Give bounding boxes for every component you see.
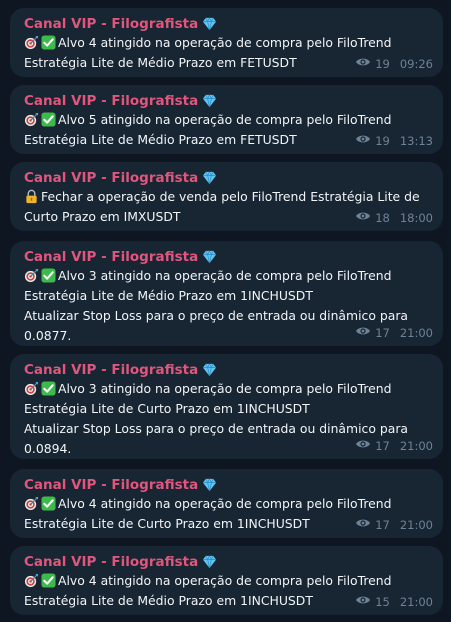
sender-name-text: Canal VIP - Filografista <box>24 93 199 109</box>
eye-icon <box>355 133 371 148</box>
message-text-line: Alvo 5 atingido na operação de compra pe… <box>24 110 431 130</box>
view-count: 19 <box>375 56 390 71</box>
check-icon <box>41 268 58 283</box>
target-icon <box>24 573 41 588</box>
message-text-line: Fechar a operação de venda pelo FiloTren… <box>24 187 431 207</box>
message-text: Estratégia Lite de Curto Prazo em 1INCHU… <box>24 401 310 416</box>
check-icon <box>41 573 58 588</box>
target-icon <box>24 268 41 283</box>
message-text: Alvo 4 atingido na operação de compra pe… <box>58 573 392 588</box>
sender-name[interactable]: Canal VIP - Filografista <box>24 92 431 110</box>
message-time: 21:00 <box>399 517 433 532</box>
message-text: Alvo 3 atingido na operação de compra pe… <box>58 268 392 283</box>
message-time: 09:26 <box>399 56 433 71</box>
sender-name[interactable]: Canal VIP - Filografista <box>24 553 431 571</box>
message-bubble[interactable]: Canal VIP - Filografista Alvo 4 atingido … <box>10 546 443 615</box>
message-text: Estratégia Lite de Curto Prazo em 1INCHU… <box>24 516 310 531</box>
message-bubble[interactable]: Canal VIP - Filografista Alvo 4 atingido … <box>10 469 443 538</box>
message-text: Atualizar Stop Loss para o preço de entr… <box>24 421 409 436</box>
sender-name-text: Canal VIP - Filografista <box>24 362 199 378</box>
message-text: Estratégia Lite de Médio Prazo em FETUSD… <box>24 132 297 147</box>
check-icon <box>41 112 58 127</box>
message-meta: 19 09:26 <box>355 56 433 71</box>
message-bubble[interactable]: Canal VIP - Filografista Alvo 3 atingido … <box>10 241 443 346</box>
message-bubble[interactable]: Canal VIP - Filografista Alvo 3 atingido … <box>10 354 443 459</box>
diamond-icon <box>202 93 219 109</box>
message-text-line: Alvo 3 atingido na operação de compra pe… <box>24 266 431 286</box>
message-meta: 18 18:00 <box>355 210 433 225</box>
message-text: Alvo 5 atingido na operação de compra pe… <box>58 112 392 127</box>
message-text: Estratégia Lite de Médio Prazo em FETUSD… <box>24 55 297 70</box>
diamond-icon <box>202 16 219 32</box>
message-text: Atualizar Stop Loss para o preço de entr… <box>24 308 409 323</box>
message-meta: 15 21:00 <box>355 594 433 609</box>
message-meta: 19 13:13 <box>355 133 433 148</box>
message-text-line: Alvo 3 atingido na operação de compra pe… <box>24 379 431 399</box>
message-text: Curto Prazo em IMXUSDT <box>24 209 181 224</box>
target-icon <box>24 112 41 127</box>
message-time: 13:13 <box>399 133 433 148</box>
message-text-line: Atualizar Stop Loss para o preço de entr… <box>24 419 431 439</box>
message-bubble[interactable]: Canal VIP - Filografista Alvo 5 atingido … <box>10 85 443 154</box>
eye-icon <box>355 517 371 532</box>
message-text-line: Estratégia Lite de Médio Prazo em 1INCHU… <box>24 286 431 306</box>
message-text-line: Estratégia Lite de Curto Prazo em 1INCHU… <box>24 399 431 419</box>
message-text-line: Atualizar Stop Loss para o preço de entr… <box>24 306 431 326</box>
message-meta: 17 21:00 <box>355 325 433 340</box>
message-time: 18:00 <box>399 210 433 225</box>
diamond-icon <box>202 554 219 570</box>
message-text: Alvo 3 atingido na operação de compra pe… <box>58 381 392 396</box>
eye-icon <box>355 56 371 71</box>
message-text: 0.0894. <box>24 441 72 456</box>
sender-name-text: Canal VIP - Filografista <box>24 16 199 32</box>
message-text: Fechar a operação de venda pelo FiloTren… <box>41 189 420 204</box>
sender-name-text: Canal VIP - Filografista <box>24 170 199 186</box>
eye-icon <box>355 325 371 340</box>
message-bubble[interactable]: Canal VIP - Filografista Fechar a operaçã… <box>10 162 443 231</box>
eye-icon <box>355 594 371 609</box>
sender-name[interactable]: Canal VIP - Filografista <box>24 169 431 187</box>
target-icon <box>24 496 41 511</box>
sender-name[interactable]: Canal VIP - Filografista <box>24 476 431 494</box>
check-icon <box>41 35 58 50</box>
message-time: 21:00 <box>399 325 433 340</box>
check-icon <box>41 496 58 511</box>
view-count: 18 <box>375 210 390 225</box>
message-text-line: Alvo 4 atingido na operação de compra pe… <box>24 33 431 53</box>
sender-name-text: Canal VIP - Filografista <box>24 249 199 265</box>
diamond-icon <box>202 249 219 265</box>
message-time: 21:00 <box>399 438 433 453</box>
message-time: 21:00 <box>399 594 433 609</box>
diamond-icon <box>202 170 219 186</box>
diamond-icon <box>202 477 219 493</box>
eye-icon <box>355 438 371 453</box>
diamond-icon <box>202 362 219 378</box>
eye-icon <box>355 210 371 225</box>
message-text: Alvo 4 atingido na operação de compra pe… <box>58 496 392 511</box>
target-icon <box>24 35 41 50</box>
message-text: Alvo 4 atingido na operação de compra pe… <box>58 35 392 50</box>
message-text: Estratégia Lite de Médio Prazo em 1INCHU… <box>24 593 313 608</box>
sender-name[interactable]: Canal VIP - Filografista <box>24 361 431 379</box>
sender-name[interactable]: Canal VIP - Filografista <box>24 15 431 33</box>
view-count: 17 <box>375 517 390 532</box>
check-icon <box>41 381 58 396</box>
message-text-line: Alvo 4 atingido na operação de compra pe… <box>24 571 431 591</box>
lock-icon <box>24 189 41 204</box>
sender-name-text: Canal VIP - Filografista <box>24 477 199 493</box>
view-count: 19 <box>375 133 390 148</box>
message-text: Estratégia Lite de Médio Prazo em 1INCHU… <box>24 288 313 303</box>
view-count: 17 <box>375 325 390 340</box>
sender-name[interactable]: Canal VIP - Filografista <box>24 248 431 266</box>
message-meta: 17 21:00 <box>355 517 433 532</box>
view-count: 15 <box>375 594 390 609</box>
view-count: 17 <box>375 438 390 453</box>
message-meta: 17 21:00 <box>355 438 433 453</box>
sender-name-text: Canal VIP - Filografista <box>24 554 199 570</box>
message-bubble[interactable]: Canal VIP - Filografista Alvo 4 atingido … <box>10 8 443 77</box>
message-text-line: Alvo 4 atingido na operação de compra pe… <box>24 494 431 514</box>
target-icon <box>24 381 41 396</box>
message-text: 0.0877. <box>24 328 72 343</box>
